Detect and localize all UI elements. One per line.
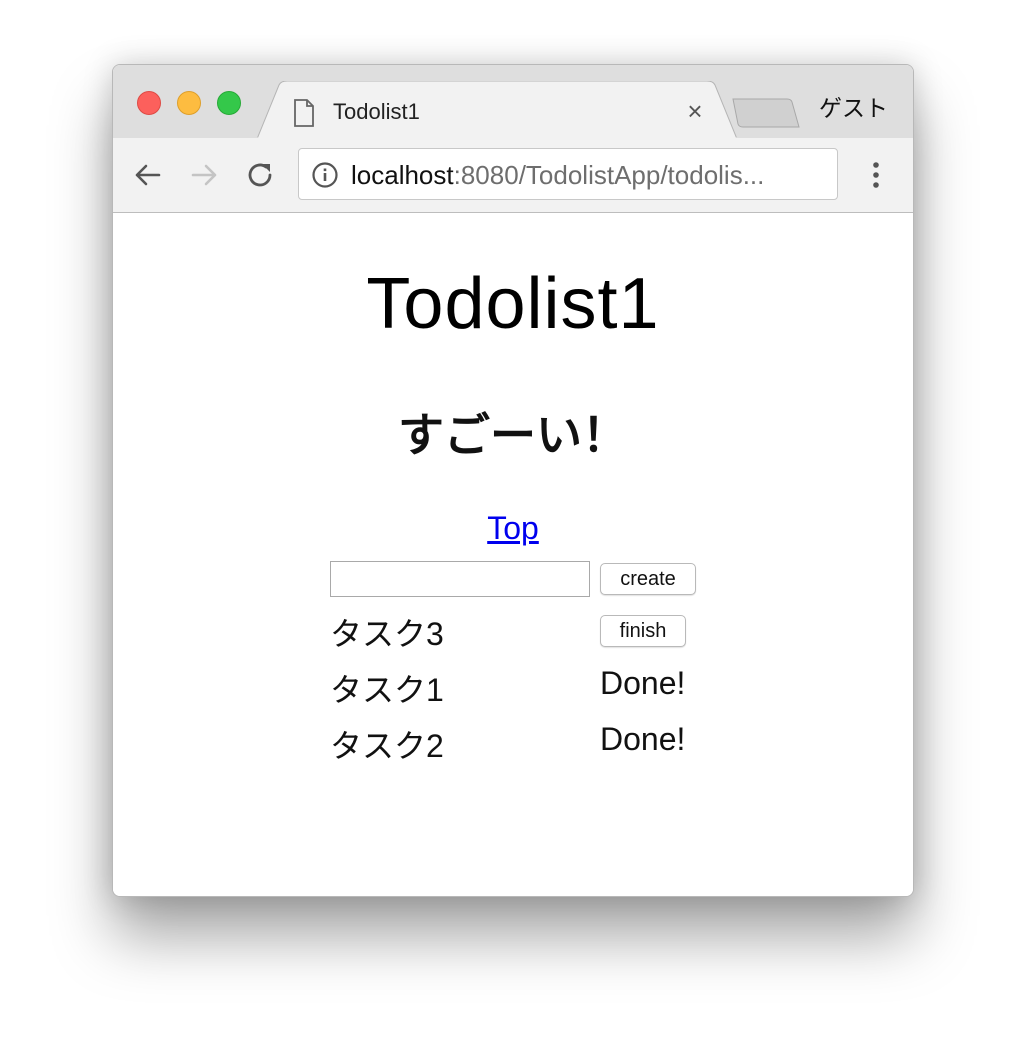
more-vertical-icon[interactable] [863,158,889,192]
page-subtitle: すごーい！ [398,409,628,461]
arrow-left-icon[interactable] [131,158,165,192]
task-row: タスク2 Done! [330,721,730,771]
page-content: Todolist1 すごーい！ Top create タスク3 finish タ… [113,213,913,896]
minimize-window-button[interactable] [177,91,201,115]
task-status: Done! [600,665,686,701]
arrow-right-icon[interactable] [187,158,221,192]
profile-button[interactable]: ゲスト [819,89,888,123]
task-row: タスク3 finish [330,609,730,659]
url-text: localhost:8080/TodolistApp/todolis... [351,160,764,191]
task-row: タスク1 Done! [330,665,730,715]
task-name: タスク1 [330,672,444,708]
info-icon[interactable] [311,161,339,189]
tab-title: Todolist1 [333,99,420,124]
task-name: タスク3 [330,616,444,652]
top-link-container: Top [113,510,913,547]
address-bar[interactable]: localhost:8080/TodolistApp/todolis... [298,148,838,200]
reload-icon[interactable] [243,158,277,192]
url-host: localhost [351,160,454,190]
new-task-input[interactable] [330,561,590,597]
toolbar: localhost:8080/TodolistApp/todolis... [113,138,913,213]
close-window-button[interactable] [137,91,161,115]
title-bar: Todolist1 × ゲスト [113,65,913,139]
finish-button[interactable]: finish [600,615,686,647]
create-task-form: create [330,561,730,601]
tab-todolist1[interactable]: Todolist1 × [257,81,737,139]
close-icon[interactable]: × [681,97,709,125]
document-icon [294,99,314,127]
top-link[interactable]: Top [487,510,539,546]
url-path: :8080/TodolistApp/todolis... [453,160,765,190]
page-title: Todolist1 [366,264,660,344]
browser-window: Todolist1 × ゲスト localhost:8080/TodolistA… [112,64,914,897]
tab-shape [257,81,737,139]
maximize-window-button[interactable] [217,91,241,115]
task-status: Done! [600,721,686,757]
create-button[interactable]: create [600,563,696,595]
new-tab-button[interactable] [731,97,801,129]
task-name: タスク2 [330,728,444,764]
